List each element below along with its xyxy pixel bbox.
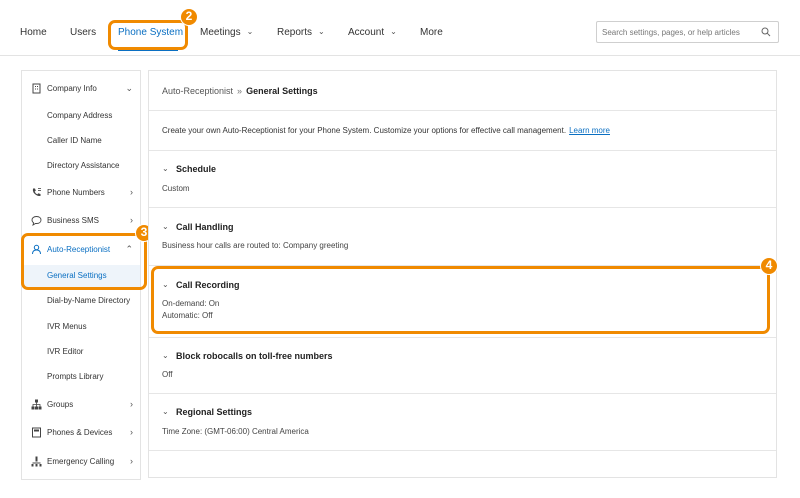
divider [149, 110, 776, 111]
chevron-down-icon: ⌄ [390, 27, 397, 36]
sidebar-item-label: Company Info [47, 84, 97, 93]
nav-meetings[interactable]: Meetings ⌄ [200, 27, 253, 38]
breadcrumb-parent[interactable]: Auto-Receptionist [162, 86, 233, 96]
page-title: General Settings [246, 86, 318, 96]
sidebar-item-label: Emergency Calling [47, 457, 115, 466]
chevron-down-icon: ⌄ [318, 27, 325, 36]
divider [149, 450, 776, 451]
intro-text: Create your own Auto-Receptionist for yo… [162, 126, 610, 135]
desk-phone-icon [32, 427, 41, 438]
sidebar-item-directory-assistance[interactable]: Directory Assistance [22, 155, 140, 177]
nav-account[interactable]: Account ⌄ [348, 27, 397, 38]
chevron-right-icon: › [130, 456, 133, 466]
building-icon [32, 83, 41, 94]
callout-badge-2: 2 [180, 8, 198, 26]
breadcrumb: Auto-Receptionist » General Settings [162, 86, 318, 96]
org-chart-icon [31, 399, 42, 410]
sidebar-item-ivr-editor[interactable]: IVR Editor [22, 341, 140, 363]
sidebar-item-dial-by-name-directory[interactable]: Dial-by-Name Directory [22, 290, 140, 312]
sidebar-item-business-sms[interactable]: Business SMS › [22, 210, 140, 232]
nav-reports[interactable]: Reports ⌄ [277, 27, 325, 38]
sidebar-item-label: Dial-by-Name Directory [47, 296, 131, 305]
callout-phone-system [108, 20, 188, 50]
chevron-down-icon[interactable]: ⌄ [162, 351, 169, 360]
sidebar-item-company-info[interactable]: Company Info ⌄ [22, 78, 140, 100]
sidebar-item-company-address[interactable]: Company Address [22, 105, 140, 127]
sidebar-item-label: Prompts Library [47, 372, 104, 381]
chat-bubble-icon [31, 216, 42, 226]
sidebar-item-phone-numbers[interactable]: Phone Numbers › [22, 182, 140, 204]
chevron-down-icon[interactable]: ⌄ [162, 222, 169, 231]
emergency-icon [31, 456, 42, 467]
section-value: Off [162, 370, 173, 379]
chevron-down-icon: ⌄ [246, 27, 254, 36]
chevron-right-icon: › [130, 215, 133, 225]
nav-home[interactable]: Home [20, 27, 47, 38]
nav-account-label: Account [348, 27, 385, 38]
search-box[interactable] [596, 21, 779, 43]
nav-meetings-label: Meetings [200, 27, 241, 38]
sidebar-item-label: Company Address [47, 111, 113, 120]
sidebar-item-label: Groups [47, 400, 74, 409]
section-title[interactable]: Schedule [176, 164, 216, 174]
sidebar-item-phones-devices[interactable]: Phones & Devices › [22, 422, 140, 444]
sidebar-item-label: Phones & Devices [47, 428, 113, 437]
breadcrumb-separator: » [237, 86, 243, 96]
chevron-right-icon: › [130, 399, 133, 409]
chevron-down-icon: ⌄ [125, 83, 133, 93]
section-value: Custom [162, 184, 190, 193]
learn-more-link[interactable]: Learn more [569, 126, 610, 135]
section-value: Time Zone: (GMT-06:00) Central America [162, 427, 309, 436]
sidebar-item-label: Directory Assistance [47, 161, 120, 170]
callout-call-recording [151, 266, 770, 334]
intro-description: Create your own Auto-Receptionist for yo… [162, 126, 567, 135]
section-regional-settings[interactable]: ⌄ Regional Settings Time Zone: (GMT-06:0… [149, 394, 776, 450]
sidebar-item-label: IVR Editor [47, 347, 84, 356]
sidebar-item-label: Caller ID Name [47, 136, 102, 145]
callout-auto-receptionist [21, 233, 147, 290]
nav-reports-label: Reports [277, 27, 313, 38]
sidebar-item-label: Business SMS [47, 216, 100, 225]
sidebar-item-emergency-calling[interactable]: Emergency Calling › [22, 451, 140, 473]
chevron-right-icon: › [130, 187, 133, 197]
section-call-handling[interactable]: ⌄ Call Handling Business hour calls are … [149, 208, 776, 264]
sidebar-item-label: IVR Menus [47, 322, 87, 331]
phone-icon [32, 188, 41, 197]
section-block-robocalls[interactable]: ⌄ Block robocalls on toll-free numbers O… [149, 338, 776, 392]
sidebar-item-label: Phone Numbers [47, 188, 105, 197]
nav-users[interactable]: Users [70, 27, 96, 38]
section-schedule[interactable]: ⌄ Schedule Custom [149, 151, 776, 205]
chevron-right-icon: › [130, 427, 133, 437]
section-title[interactable]: Block robocalls on toll-free numbers [176, 351, 333, 361]
section-title[interactable]: Regional Settings [176, 407, 252, 417]
sidebar-item-prompts-library[interactable]: Prompts Library [22, 366, 140, 388]
section-title[interactable]: Call Handling [176, 222, 234, 232]
sidebar-item-caller-id-name[interactable]: Caller ID Name [22, 130, 140, 152]
search-icon[interactable] [761, 27, 771, 37]
search-input[interactable] [602, 25, 752, 39]
chevron-down-icon[interactable]: ⌄ [162, 407, 169, 416]
nav-more[interactable]: More [420, 27, 443, 38]
chevron-down-icon[interactable]: ⌄ [162, 164, 169, 173]
callout-badge-4: 4 [760, 257, 778, 275]
sidebar-item-groups[interactable]: Groups › [22, 394, 140, 416]
section-value: Business hour calls are routed to: Compa… [162, 241, 349, 250]
sidebar-item-ivr-menus[interactable]: IVR Menus [22, 316, 140, 338]
